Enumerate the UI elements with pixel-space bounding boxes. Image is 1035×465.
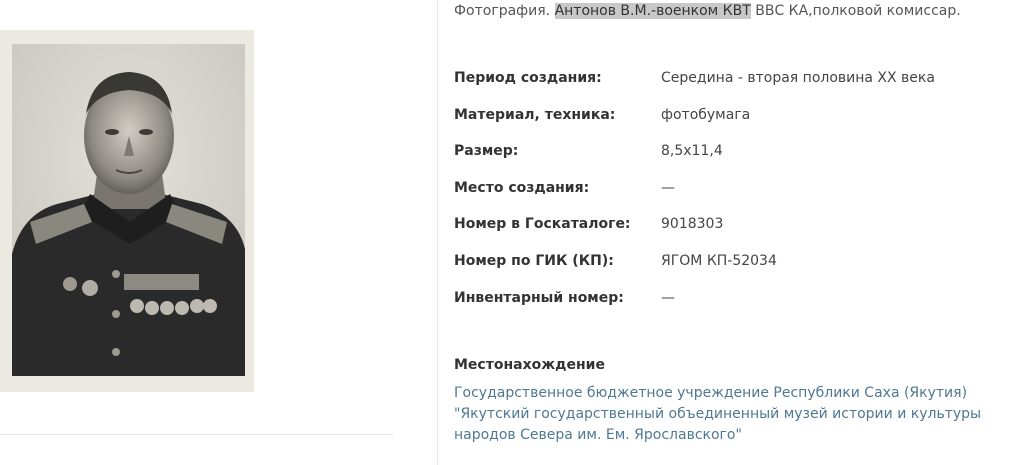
location-heading: Местонахождение (454, 357, 605, 373)
museum-link-line: "Якутский государственный объединенный м… (454, 406, 982, 422)
property-value: фотобумага (661, 106, 751, 123)
property-label: Размер: (454, 143, 519, 160)
property-label: Номер по ГИК (КП): (454, 252, 614, 269)
property-label: Место создания: (454, 179, 590, 196)
property-value: 8,5x11,4 (661, 143, 723, 160)
title-prefix: Фотография. (454, 3, 555, 19)
museum-link-line: Государственное бюджетное учреждение Рес… (454, 385, 968, 401)
property-value: — (661, 179, 675, 196)
portrait-image (12, 44, 245, 376)
column-divider (437, 0, 438, 465)
property-label: Инвентарный номер: (454, 289, 624, 306)
property-value: ЯГОМ КП-52034 (661, 252, 777, 269)
title-suffix: ВВС КА,полковой комиссар. (750, 3, 961, 19)
property-label: Номер в Госкаталоге: (454, 216, 631, 233)
object-title: Фотография. Антонов В.М.-военком КВТ ВВС… (454, 3, 961, 19)
property-value: 9018303 (661, 216, 724, 233)
property-label: Материал, техника: (454, 106, 616, 123)
left-divider (0, 434, 393, 435)
portrait-photograph (12, 44, 245, 376)
museum-link[interactable]: Государственное бюджетное учреждение Рес… (454, 383, 1029, 446)
property-value: Середина - вторая половина XX века (661, 70, 935, 86)
property-value: — (661, 289, 675, 306)
museum-link-line: народов Севера им. Ем. Ярославского" (454, 427, 742, 443)
object-photo[interactable] (0, 30, 254, 392)
property-label: Период создания: (454, 70, 602, 86)
title-highlight: Антонов В.М.-военком КВТ (554, 3, 751, 19)
